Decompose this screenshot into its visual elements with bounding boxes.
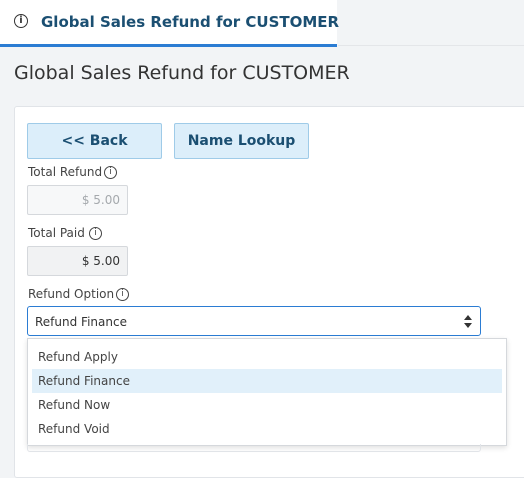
refund-option-label: Refund Option — [28, 287, 115, 301]
back-button[interactable]: << Back — [27, 123, 162, 159]
sort-arrows-icon — [464, 315, 472, 328]
refund-option-selected-value: Refund Finance — [35, 315, 127, 329]
refund-option-dropdown: Refund Apply Refund Finance Refund Now R… — [27, 338, 507, 446]
tab-bar-empty-area — [338, 0, 524, 46]
total-refund-info-icon[interactable]: i — [104, 166, 117, 179]
total-paid-field: $ 5.00 — [27, 246, 128, 276]
option-refund-apply[interactable]: Refund Apply — [32, 345, 502, 369]
refund-option-info-icon[interactable]: i — [116, 288, 129, 301]
option-refund-finance[interactable]: Refund Finance — [32, 369, 502, 393]
tab-global-sales-refund[interactable]: i Global Sales Refund for CUSTOMER — [0, 0, 340, 47]
tab-bar: i Global Sales Refund for CUSTOMER — [0, 0, 524, 47]
hidden-field-edge — [27, 444, 481, 452]
option-refund-now[interactable]: Refund Now — [32, 393, 502, 417]
option-refund-void[interactable]: Refund Void — [32, 417, 502, 441]
info-icon: i — [14, 14, 28, 28]
tab-title: Global Sales Refund for CUSTOMER — [41, 13, 340, 31]
page-title: Global Sales Refund for CUSTOMER — [14, 62, 350, 84]
total-paid-label: Total Paid — [28, 226, 85, 240]
total-refund-field: $ 5.00 — [27, 185, 128, 215]
total-refund-label: Total Refund — [28, 165, 103, 179]
total-paid-info-icon[interactable]: i — [89, 227, 102, 240]
name-lookup-button[interactable]: Name Lookup — [174, 123, 309, 159]
refund-option-select[interactable]: Refund Finance — [27, 306, 481, 336]
